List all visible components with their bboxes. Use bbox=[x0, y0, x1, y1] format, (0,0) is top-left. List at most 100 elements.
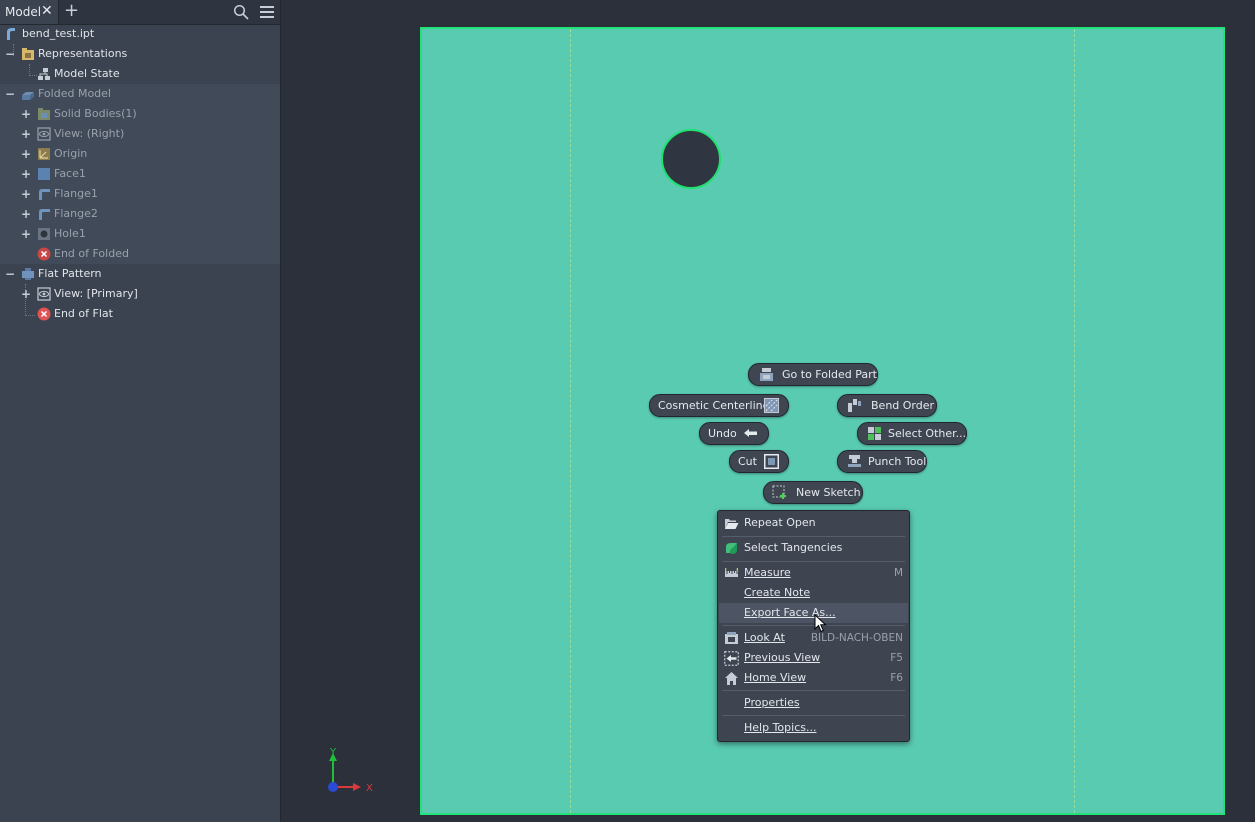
expand-icon[interactable]: + bbox=[21, 104, 31, 124]
expand-icon[interactable]: + bbox=[21, 224, 31, 244]
menu-item-label: Create Note bbox=[744, 586, 811, 599]
view-icon bbox=[37, 287, 51, 301]
undo-button[interactable]: Undo bbox=[699, 422, 769, 445]
tree-item-representations[interactable]: − Representations bbox=[0, 44, 280, 64]
tree-item-label: Flat Pattern bbox=[38, 267, 102, 280]
flat-pattern-icon bbox=[22, 268, 34, 280]
menu-item-label: Measure bbox=[744, 566, 791, 579]
menu-item-label: Previous View bbox=[744, 651, 821, 664]
menu-item-measure[interactable]: Measure M bbox=[719, 563, 908, 583]
menu-separator bbox=[722, 690, 905, 691]
bend-centerline-right[interactable] bbox=[1074, 29, 1075, 813]
menu-item-repeat-open[interactable]: Repeat Open bbox=[719, 513, 908, 533]
tree-item-label: Origin bbox=[54, 147, 88, 160]
punch-tool-button[interactable]: Punch Tool bbox=[837, 450, 927, 473]
tree-item-flange2[interactable]: + Flange2 bbox=[0, 204, 280, 224]
expand-icon[interactable]: + bbox=[21, 284, 31, 304]
collapse-icon[interactable]: − bbox=[5, 264, 15, 284]
new-sketch-button[interactable]: New Sketch bbox=[763, 481, 863, 504]
go-to-folded-part-label: Go to Folded Part bbox=[782, 368, 877, 381]
open-folder-icon bbox=[725, 519, 739, 529]
close-icon[interactable]: ✕ bbox=[41, 4, 53, 18]
tree-item-label: Hole1 bbox=[54, 227, 86, 240]
expand-icon[interactable]: + bbox=[21, 164, 31, 184]
tab-model[interactable]: Model ✕ bbox=[0, 0, 59, 24]
tree-item-label: Face1 bbox=[54, 167, 86, 180]
tree-item-label: End of Folded bbox=[54, 247, 129, 260]
tree-item-label: bend_test.ipt bbox=[22, 27, 95, 40]
centerline-icon bbox=[764, 398, 779, 413]
bend-centerline-left[interactable] bbox=[570, 29, 571, 813]
expand-icon[interactable]: + bbox=[21, 204, 31, 224]
mouse-cursor-icon bbox=[814, 614, 827, 633]
menu-item-label: Help Topics... bbox=[744, 721, 817, 734]
add-tab-icon[interactable]: + bbox=[64, 1, 79, 21]
search-icon[interactable] bbox=[233, 4, 249, 20]
menu-item-properties[interactable]: Properties bbox=[719, 693, 908, 713]
cut-button[interactable]: Cut bbox=[729, 450, 789, 473]
bend-order-label: Bend Order bbox=[871, 399, 935, 412]
menu-item-previous-view[interactable]: Previous View F5 bbox=[719, 648, 908, 668]
tangencies-icon bbox=[726, 543, 737, 554]
end-marker-icon bbox=[37, 307, 51, 321]
view-axis-triad: Y X bbox=[328, 747, 373, 794]
cosmetic-centerline-button[interactable]: Cosmetic Centerline bbox=[649, 394, 789, 417]
tree-item-view-primary[interactable]: + View: [Primary] bbox=[0, 284, 280, 304]
bend-order-button[interactable]: Bend Order bbox=[837, 394, 937, 417]
menu-item-label: Home View bbox=[744, 671, 807, 684]
tree-item-label: Representations bbox=[38, 47, 128, 60]
tree-item-end-of-folded[interactable]: End of Folded bbox=[0, 244, 280, 264]
undo-arrow-icon bbox=[744, 429, 757, 437]
hole-feature[interactable] bbox=[661, 129, 721, 189]
tree-item-hole1[interactable]: + Hole1 bbox=[0, 224, 280, 244]
collapse-icon[interactable]: − bbox=[5, 44, 15, 64]
tree-item-face1[interactable]: + Face1 bbox=[0, 164, 280, 184]
cut-icon bbox=[764, 454, 779, 469]
select-other-button[interactable]: Select Other... bbox=[857, 422, 967, 445]
view-icon bbox=[37, 127, 51, 141]
hamburger-menu-icon[interactable] bbox=[259, 4, 275, 20]
undo-label: Undo bbox=[708, 427, 737, 440]
menu-item-label: Repeat Open bbox=[744, 516, 816, 529]
flange-icon bbox=[39, 189, 50, 200]
tree-item-label: Flange1 bbox=[54, 187, 98, 200]
part-file-icon bbox=[7, 28, 15, 40]
look-at-icon bbox=[725, 632, 738, 644]
model-browser-panel: Model ✕ + bend_test.ipt − Representation… bbox=[0, 0, 281, 822]
cosmetic-centerline-label: Cosmetic Centerline bbox=[658, 399, 770, 412]
browser-header: Model ✕ + bbox=[0, 0, 280, 25]
menu-item-label: Select Tangencies bbox=[744, 541, 843, 554]
menu-item-help-topics[interactable]: Help Topics... bbox=[719, 718, 908, 738]
menu-item-shortcut: M bbox=[893, 567, 903, 579]
tree-item-file[interactable]: bend_test.ipt bbox=[0, 24, 280, 44]
menu-item-shortcut: F6 bbox=[890, 672, 903, 684]
tree-item-flat-pattern[interactable]: − Flat Pattern bbox=[0, 264, 280, 284]
menu-item-select-tangencies[interactable]: Select Tangencies bbox=[719, 538, 908, 558]
tree-item-view-right[interactable]: + View: (Right) bbox=[0, 124, 280, 144]
expand-icon[interactable]: + bbox=[21, 124, 31, 144]
menu-item-label: Look At bbox=[744, 631, 785, 644]
expand-icon[interactable]: + bbox=[21, 144, 31, 164]
tree-item-folded-model[interactable]: − Folded Model bbox=[0, 84, 280, 104]
model-state-icon bbox=[38, 68, 50, 80]
tree-item-origin[interactable]: + Origin bbox=[0, 144, 280, 164]
tree-item-label: View: [Primary] bbox=[54, 287, 138, 300]
go-to-folded-part-button[interactable]: Go to Folded Part bbox=[748, 363, 878, 386]
tree-item-solid-bodies[interactable]: + Solid Bodies(1) bbox=[0, 104, 280, 124]
menu-item-home-view[interactable]: Home View F6 bbox=[719, 668, 908, 688]
flange-icon bbox=[39, 209, 50, 220]
tree-item-label: End of Flat bbox=[54, 307, 113, 320]
expand-icon[interactable]: + bbox=[21, 184, 31, 204]
menu-item-shortcut: F5 bbox=[890, 652, 903, 664]
axis-y-label: Y bbox=[329, 747, 337, 758]
tree-item-end-of-flat[interactable]: End of Flat bbox=[0, 304, 280, 324]
menu-item-create-note[interactable]: Create Note bbox=[719, 583, 908, 603]
cut-label: Cut bbox=[738, 455, 757, 468]
tree-item-flange1[interactable]: + Flange1 bbox=[0, 184, 280, 204]
tree-item-label: Folded Model bbox=[38, 87, 111, 100]
tree-item-label: Model State bbox=[54, 67, 120, 80]
axis-x-label: X bbox=[366, 783, 373, 794]
tab-model-label: Model bbox=[5, 5, 42, 19]
tree-item-model-state[interactable]: Model State bbox=[0, 64, 280, 84]
collapse-icon[interactable]: − bbox=[5, 84, 15, 104]
